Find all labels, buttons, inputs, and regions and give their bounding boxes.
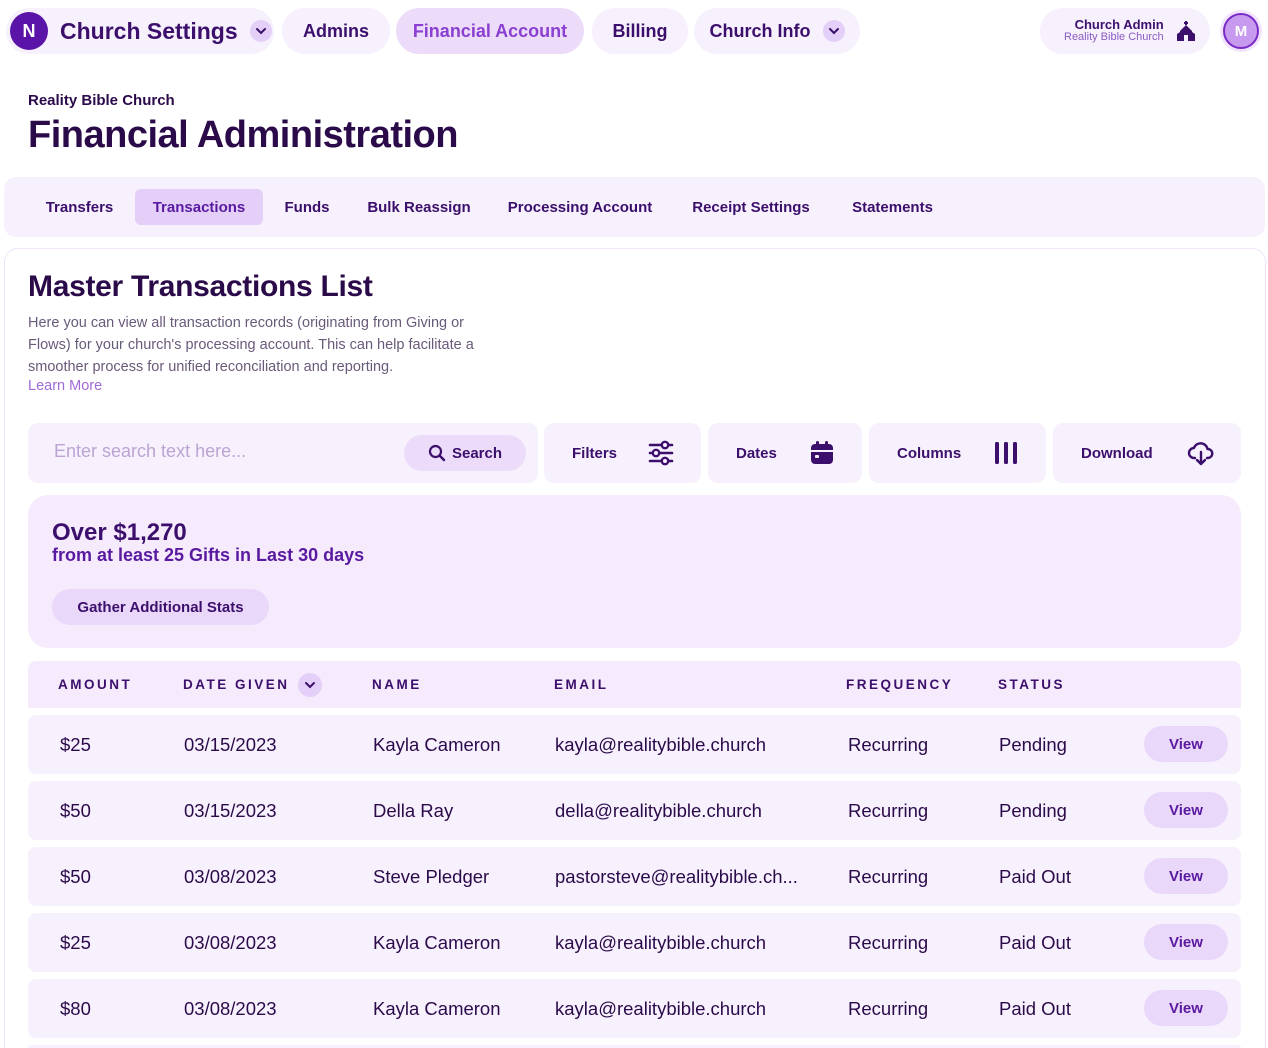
tab-transfers[interactable]: Transfers: [28, 189, 131, 225]
cell-frequency: Recurring: [848, 932, 929, 953]
cell-date: 03/08/2023: [184, 866, 277, 887]
cloud-download-icon: [1187, 442, 1214, 466]
tab-church-info-label: Church Info: [709, 20, 811, 41]
app-logo: N: [10, 12, 48, 50]
cell-email: della@realitybible.church: [555, 800, 762, 821]
cell-name: Steve Pledger: [373, 866, 490, 887]
section-title: Master Transactions List: [28, 270, 373, 303]
stats-amount: Over $1,270: [52, 519, 187, 546]
tab-admins[interactable]: Admins: [282, 8, 390, 54]
subtab-bar: Transfers Transactions Funds Bulk Reassi…: [4, 177, 1265, 237]
cell-status: Pending: [999, 734, 1067, 755]
church-name: Reality Bible Church: [28, 92, 175, 109]
cell-status: Pending: [999, 800, 1067, 821]
cell-email: kayla@realitybible.church: [555, 932, 767, 953]
church-icon: [1176, 21, 1195, 41]
tab-billing[interactable]: Billing: [592, 8, 688, 54]
learn-more-link[interactable]: Learn More: [28, 378, 102, 394]
table-row[interactable]: $50 03/08/2023 Steve Pledger pastorsteve…: [28, 847, 1241, 906]
view-button[interactable]: View: [1144, 924, 1228, 960]
sliders-icon: [648, 440, 674, 466]
search-icon: [428, 444, 446, 462]
cell-date: 03/15/2023: [184, 800, 277, 821]
search-button[interactable]: Search: [404, 435, 526, 471]
header-status[interactable]: STATUS: [998, 677, 1065, 692]
dates-label: Dates: [736, 444, 777, 462]
calendar-icon: [811, 441, 833, 464]
cell-amount: $25: [60, 932, 91, 953]
cell-date: 03/08/2023: [184, 932, 277, 953]
search-button-label: Search: [451, 444, 503, 462]
account-church: Reality Bible Church: [1064, 31, 1164, 43]
header-frequency[interactable]: FREQUENCY: [846, 677, 953, 692]
chevron-down-icon[interactable]: [822, 20, 845, 42]
page-title: Financial Administration: [28, 114, 458, 156]
account-switcher[interactable]: Church Admin Reality Bible Church: [1040, 8, 1210, 54]
table-row[interactable]: $25 03/15/2023 Kayla Cameron kayla@reali…: [28, 715, 1241, 774]
view-button[interactable]: View: [1144, 792, 1228, 828]
cell-name: Della Ray: [373, 800, 454, 821]
account-name: Church Admin: [1074, 17, 1164, 32]
columns-label: Columns: [897, 444, 962, 462]
chevron-down-icon[interactable]: [298, 673, 322, 697]
header-name[interactable]: NAME: [372, 677, 422, 692]
filters-label: Filters: [572, 444, 618, 462]
filters-button[interactable]: Filters: [544, 423, 701, 483]
view-button[interactable]: View: [1144, 990, 1228, 1026]
download-label: Download: [1081, 444, 1153, 462]
cell-name: Kayla Cameron: [373, 932, 501, 953]
tab-receipt-settings[interactable]: Receipt Settings: [676, 189, 826, 225]
columns-button[interactable]: Columns: [869, 423, 1046, 483]
tab-church-info[interactable]: Church Info: [694, 8, 860, 54]
cell-amount: $80: [60, 998, 91, 1019]
chevron-down-icon[interactable]: [249, 20, 272, 42]
cell-frequency: Recurring: [848, 800, 929, 821]
table-row[interactable]: $80 03/08/2023 Kayla Cameron kayla@reali…: [28, 979, 1241, 1038]
columns-icon: [995, 442, 1017, 464]
tab-processing-account[interactable]: Processing Account: [490, 189, 670, 225]
cell-email: kayla@realitybible.church: [555, 998, 767, 1019]
cell-amount: $50: [60, 800, 91, 821]
header-email[interactable]: EMAIL: [554, 677, 609, 692]
header-amount[interactable]: AMOUNT: [58, 677, 132, 692]
cell-name: Kayla Cameron: [373, 998, 501, 1019]
tab-funds[interactable]: Funds: [268, 189, 346, 225]
gather-stats-button[interactable]: Gather Additional Stats: [52, 589, 269, 625]
user-avatar[interactable]: M: [1220, 10, 1262, 52]
tab-transactions[interactable]: Transactions: [135, 189, 263, 225]
section-description: Here you can view all transaction record…: [28, 315, 474, 375]
cell-amount: $50: [60, 866, 91, 887]
cell-amount: $25: [60, 734, 91, 755]
tab-financial-account[interactable]: Financial Account: [396, 8, 584, 54]
cell-status: Paid Out: [999, 998, 1071, 1019]
dates-button[interactable]: Dates: [708, 423, 862, 483]
cell-email: pastorsteve@realitybible.ch...: [555, 866, 798, 887]
view-button[interactable]: View: [1144, 726, 1228, 762]
search-input[interactable]: [54, 441, 414, 462]
brand-title: Church Settings: [60, 17, 238, 44]
stats-subtitle: from at least 25 Gifts in Last 30 days: [52, 545, 365, 565]
tab-statements[interactable]: Statements: [834, 189, 951, 225]
view-button[interactable]: View: [1144, 858, 1228, 894]
stats-panel: Over $1,270 from at least 25 Gifts in La…: [28, 495, 1241, 648]
cell-frequency: Recurring: [848, 866, 929, 887]
cell-date: 03/08/2023: [184, 998, 277, 1019]
table-header: AMOUNT DATE GIVEN NAME EMAIL FREQUENCY S…: [28, 661, 1241, 708]
cell-date: 03/15/2023: [184, 734, 277, 755]
table-row[interactable]: $50 03/15/2023 Della Ray della@realitybi…: [28, 781, 1241, 840]
cell-name: Kayla Cameron: [373, 734, 501, 755]
cell-status: Paid Out: [999, 932, 1071, 953]
download-button[interactable]: Download: [1053, 423, 1241, 483]
tab-bulk-reassign[interactable]: Bulk Reassign: [354, 189, 484, 225]
cell-email: kayla@realitybible.church: [555, 734, 767, 755]
search-bar: Search: [28, 423, 538, 483]
cell-status: Paid Out: [999, 866, 1071, 887]
church-settings-menu[interactable]: N Church Settings: [6, 8, 274, 54]
cell-frequency: Recurring: [848, 998, 929, 1019]
cell-frequency: Recurring: [848, 734, 929, 755]
header-date-given[interactable]: DATE GIVEN: [183, 677, 290, 692]
avatar-initial: M: [1223, 13, 1259, 49]
table-row[interactable]: $25 03/08/2023 Kayla Cameron kayla@reali…: [28, 913, 1241, 972]
top-nav: N Church Settings Admins Financial Accou…: [4, 6, 1264, 56]
